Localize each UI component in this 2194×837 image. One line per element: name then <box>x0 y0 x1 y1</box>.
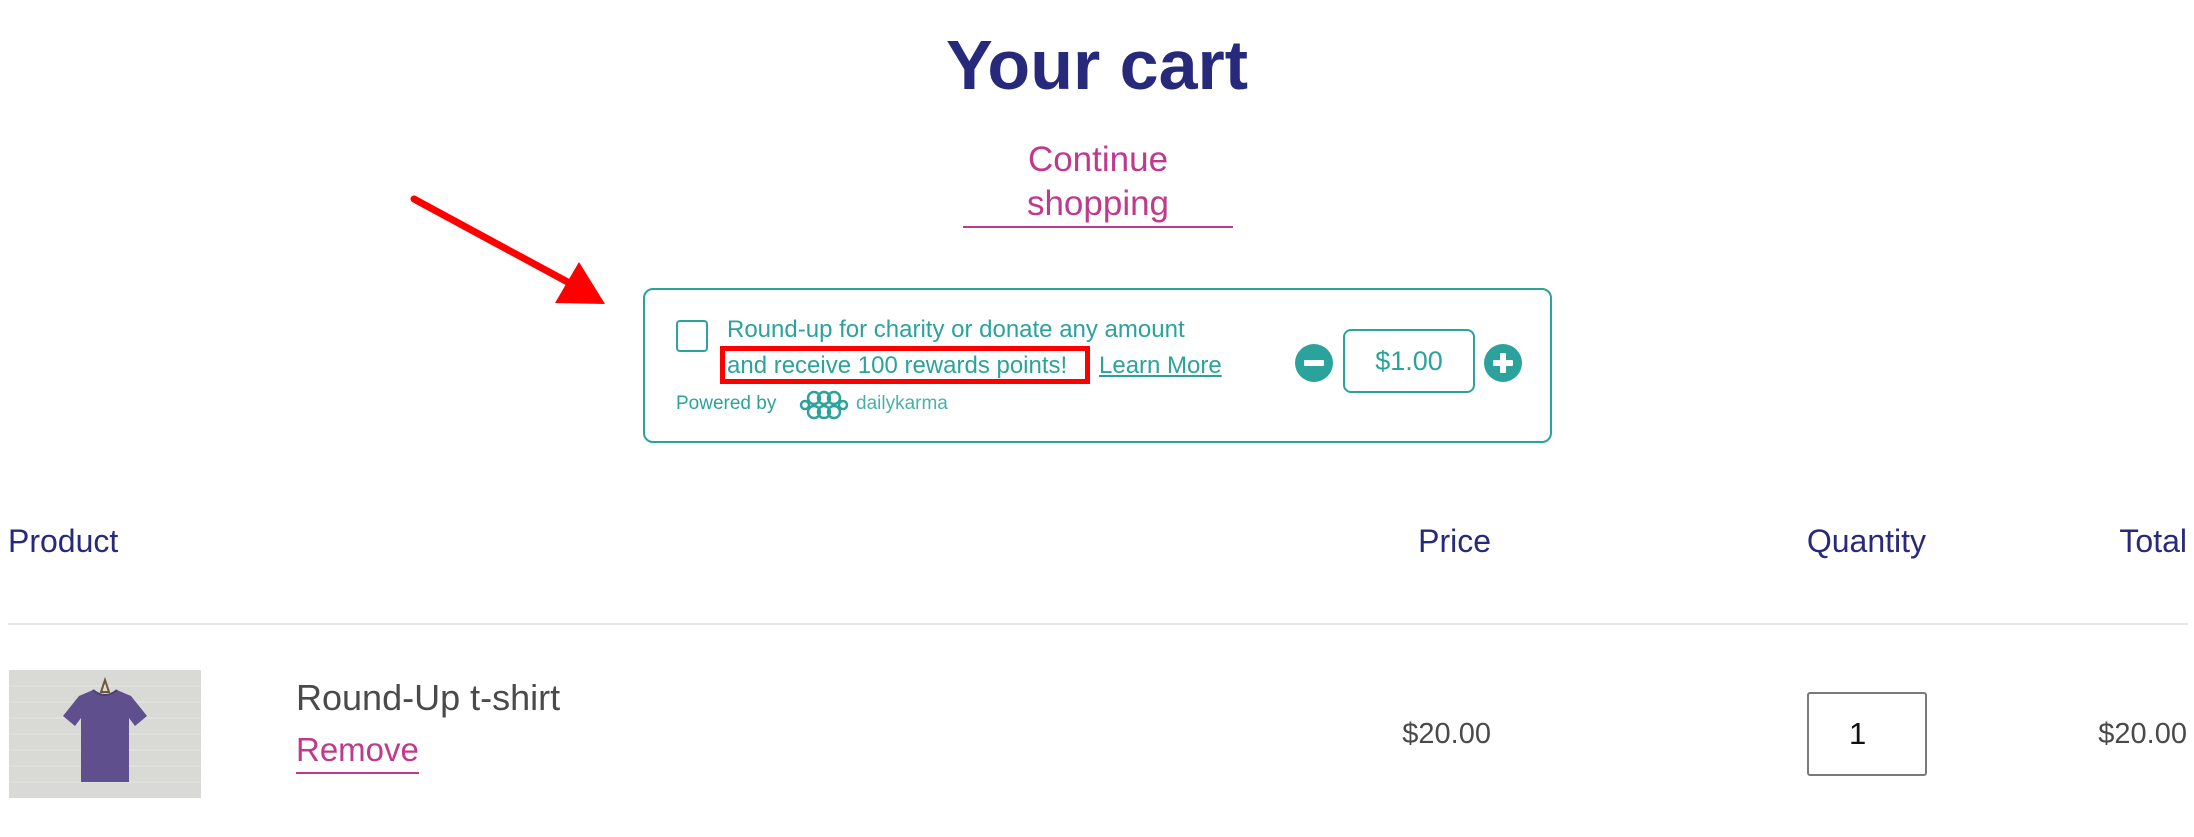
annotation-arrow-icon <box>410 195 605 304</box>
minus-icon <box>1304 360 1324 366</box>
dailykarma-logo-icon <box>799 390 849 420</box>
table-divider <box>8 623 2188 625</box>
learn-more-link[interactable]: Learn More <box>1099 350 1222 382</box>
cart-page: Your cart Continue shopping Round-up for… <box>0 0 2194 837</box>
increase-amount-button[interactable] <box>1484 344 1522 382</box>
column-header-quantity: Quantity <box>1806 523 1926 559</box>
donation-message-line1: Round-up for charity or donate any amoun… <box>727 316 1185 343</box>
donation-amount-field[interactable]: $1.00 <box>1343 329 1475 393</box>
product-total: $20.00 <box>2098 718 2187 750</box>
decrease-amount-button[interactable] <box>1295 344 1333 382</box>
quantity-input[interactable]: 1 <box>1807 692 1927 776</box>
column-header-price: Price <box>1418 523 1491 559</box>
column-header-total: Total <box>2119 523 2187 559</box>
product-price: $20.00 <box>1402 718 1491 750</box>
plus-icon <box>1493 353 1513 373</box>
continue-shopping-link[interactable]: Continue shopping <box>963 138 1233 228</box>
remove-button[interactable]: Remove <box>296 728 419 774</box>
donation-checkbox[interactable] <box>676 320 708 352</box>
column-header-product: Product <box>8 523 119 559</box>
powered-by-label: Powered by <box>676 393 777 414</box>
tshirt-icon <box>9 670 201 798</box>
annotation-highlight-box <box>720 346 1090 384</box>
donation-widget: Round-up for charity or donate any amoun… <box>643 288 1552 443</box>
dailykarma-brand-name: dailykarma <box>856 393 948 414</box>
product-name[interactable]: Round-Up t-shirt <box>296 676 560 720</box>
product-image[interactable] <box>9 670 201 798</box>
